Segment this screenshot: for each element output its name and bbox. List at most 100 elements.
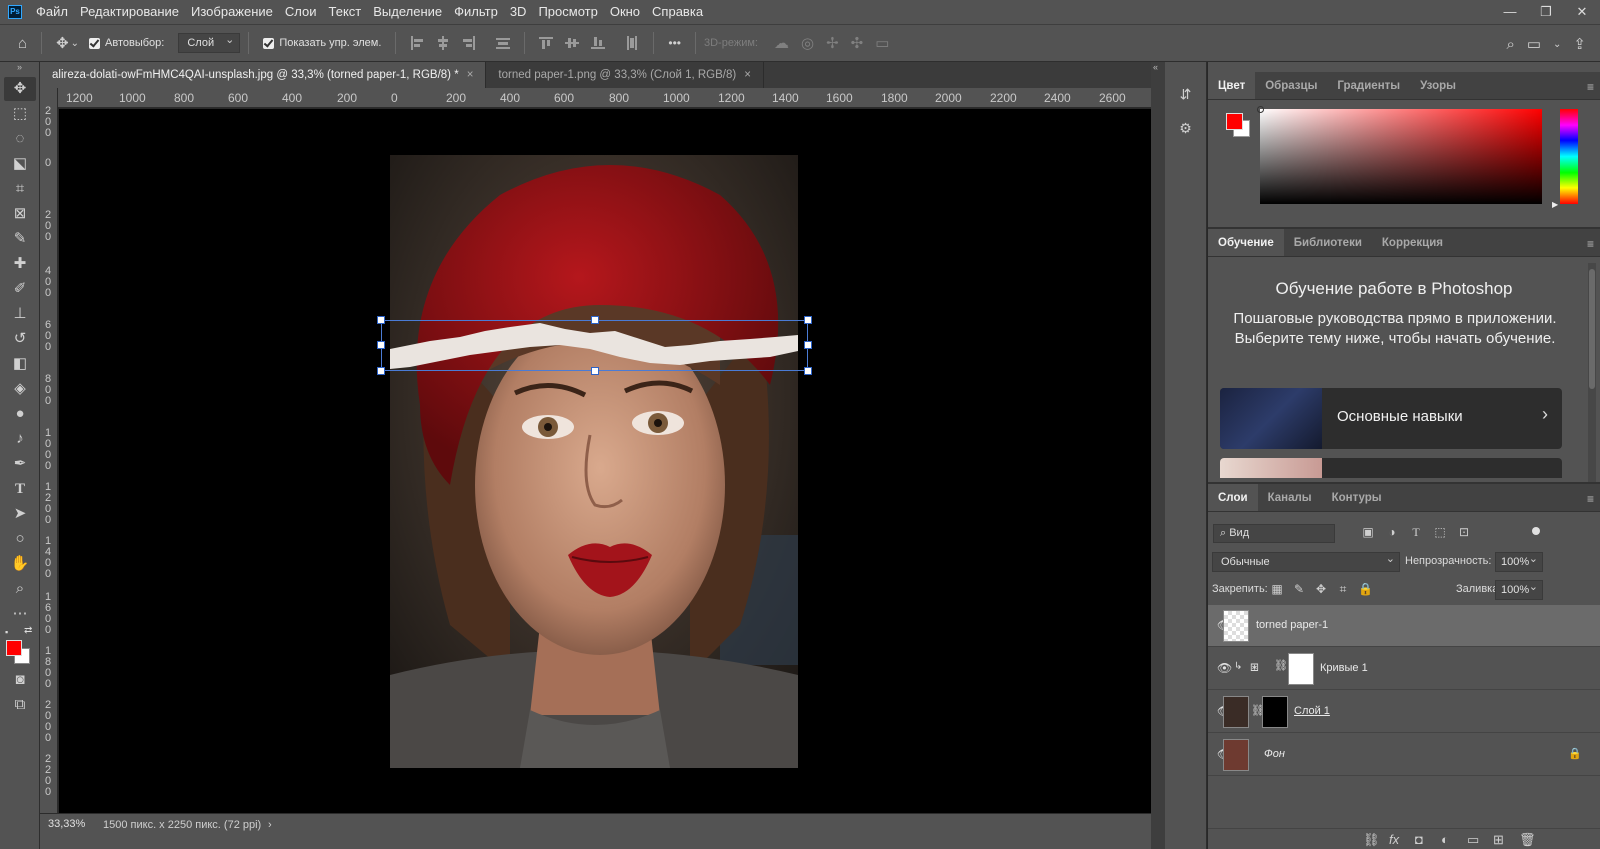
layer-filter-dropdown[interactable]: ⌕ Вид [1213, 524, 1335, 543]
tab-document-1[interactable]: alireza-dolati-owFmHMC4QAI-unsplash.jpg … [40, 62, 487, 88]
eye-icon[interactable]: 👁 [1217, 661, 1232, 675]
frame-tool-icon[interactable]: ⊠ [4, 202, 36, 226]
tab-swatches[interactable]: Образцы [1255, 72, 1327, 99]
tab-adjustments[interactable]: Коррекция [1372, 229, 1453, 256]
transform-handle-ne[interactable] [804, 316, 812, 324]
hue-slider-handle[interactable]: ▶ [1552, 200, 1558, 209]
dodge-tool-icon[interactable]: ♪ [4, 427, 36, 451]
tab-color[interactable]: Цвет [1208, 72, 1256, 99]
show-transform-checkbox[interactable]: Показать упр. элем. [263, 37, 381, 49]
more-tools-icon[interactable]: ⋯ [4, 602, 36, 626]
lock-artboard-icon[interactable]: ⌗ [1336, 582, 1350, 597]
screen-mode-icon[interactable]: ⧉ [4, 693, 36, 717]
properties-panel-icon[interactable]: ⚙ [1174, 120, 1198, 142]
menu-3d[interactable]: 3D [504, 0, 533, 24]
transform-handle-sw[interactable] [377, 367, 385, 375]
layer-row[interactable]: 👁 ↳ ⧆ ⛓ Кривые 1 [1208, 648, 1600, 690]
tab-layers[interactable]: Слои [1208, 484, 1258, 511]
tab-libraries[interactable]: Библиотеки [1284, 229, 1372, 256]
align-bottom-icon[interactable] [591, 36, 606, 50]
more-options-icon[interactable]: ••• [668, 36, 681, 50]
fill-input[interactable]: 100% [1495, 578, 1543, 600]
color-picker-handle[interactable] [1257, 106, 1264, 113]
ellipse-tool-icon[interactable]: ○ [4, 527, 36, 551]
tab-learn[interactable]: Обучение [1208, 229, 1284, 256]
blend-mode-dropdown[interactable]: Обычные [1212, 550, 1400, 572]
distribute-vertical-icon[interactable] [496, 36, 511, 50]
panel-menu-icon[interactable]: ≡ [1587, 80, 1594, 94]
path-select-icon[interactable]: ➤ [4, 502, 36, 526]
tab-channels[interactable]: Каналы [1258, 484, 1322, 511]
home-icon[interactable]: ⌂ [18, 35, 27, 52]
tab-patterns[interactable]: Узоры [1410, 72, 1466, 99]
learn-card-next[interactable] [1220, 458, 1562, 478]
collapse-icon[interactable]: « [1153, 62, 1158, 72]
menu-filter[interactable]: Фильтр [448, 0, 504, 24]
foreground-color-swatch[interactable] [1226, 113, 1243, 130]
3d-slide-icon[interactable]: ✣ [851, 34, 864, 52]
foreground-color-swatch[interactable] [6, 640, 22, 656]
menu-edit[interactable]: Редактирование [74, 0, 185, 24]
adjustment-icon[interactable]: ◐ [1441, 832, 1449, 847]
close-button[interactable]: ✕ [1564, 0, 1600, 24]
hand-tool-icon[interactable]: ✋ [4, 552, 36, 576]
lock-all-icon[interactable]: 🔒 [1358, 582, 1373, 596]
zoom-level[interactable]: 33,33% [48, 818, 85, 830]
crop-tool-icon[interactable]: ⌗ [4, 177, 36, 201]
3d-roll-icon[interactable]: ◎ [801, 34, 814, 52]
opacity-input[interactable]: 100% [1495, 550, 1543, 572]
workspace-icon[interactable]: ▭ [1527, 35, 1541, 53]
history-panel-icon[interactable]: ⇵ [1174, 86, 1198, 108]
stamp-tool-icon[interactable]: ⊥ [4, 302, 36, 326]
chevron-down-icon[interactable]: ⌄ [1553, 39, 1561, 50]
canvas-area[interactable] [59, 109, 1151, 813]
share-icon[interactable]: ⇪ [1573, 35, 1586, 53]
shape-filter-icon[interactable]: ⬚ [1432, 525, 1448, 541]
chevron-right-icon[interactable]: › [268, 819, 272, 831]
layer-row[interactable]: 👁 Фон 🔒 [1208, 734, 1600, 776]
menu-layers[interactable]: Слои [279, 0, 323, 24]
type-filter-icon[interactable]: T [1408, 525, 1424, 541]
close-icon[interactable]: × [467, 69, 474, 81]
menu-window[interactable]: Окно [604, 0, 646, 24]
trash-icon[interactable]: 🗑 [1519, 832, 1536, 848]
transform-handle-n[interactable] [591, 316, 599, 324]
pen-tool-icon[interactable]: ✒ [4, 452, 36, 476]
minimize-button[interactable]: — [1492, 0, 1528, 24]
move-tool-icon[interactable]: ✥ [4, 77, 36, 101]
hue-slider[interactable] [1560, 109, 1578, 204]
close-icon[interactable]: × [744, 69, 751, 81]
fx-icon[interactable]: fx [1389, 832, 1399, 847]
autoselect-dropdown[interactable]: Слой [178, 31, 241, 53]
swap-colors-icon[interactable]: ⇄ [24, 625, 32, 636]
eyedropper-tool-icon[interactable]: ✎ [4, 227, 36, 251]
lock-position-icon[interactable]: ✥ [1314, 582, 1328, 596]
menu-select[interactable]: Выделение [367, 0, 448, 24]
menu-type[interactable]: Текст [323, 0, 368, 24]
smart-object-filter-icon[interactable]: ⊡ [1456, 525, 1472, 541]
image-filter-icon[interactable]: ▣ [1360, 525, 1376, 541]
menu-file[interactable]: Файл [30, 0, 74, 24]
eraser-tool-icon[interactable]: ◧ [4, 352, 36, 376]
lock-transparency-icon[interactable]: ▦ [1270, 582, 1284, 596]
filter-toggle[interactable] [1532, 527, 1540, 535]
transform-handle-w[interactable] [377, 341, 385, 349]
transform-handle-s[interactable] [591, 367, 599, 375]
link-icon[interactable]: ⛓ [1363, 832, 1380, 848]
align-left-icon[interactable] [410, 36, 424, 50]
menu-help[interactable]: Справка [646, 0, 709, 24]
menu-view[interactable]: Просмотр [532, 0, 603, 24]
healing-tool-icon[interactable]: ✚ [4, 252, 36, 276]
group-icon[interactable]: ▭ [1467, 832, 1479, 848]
layer-name[interactable]: torned paper-1 [1256, 619, 1328, 631]
scrollbar-thumb[interactable] [1589, 269, 1595, 389]
mask-thumbnail[interactable] [1262, 696, 1288, 728]
collapse-icon[interactable]: » [0, 62, 39, 76]
align-right-icon[interactable] [462, 36, 476, 50]
align-middle-v-icon[interactable] [565, 36, 580, 50]
paint-bucket-icon[interactable]: ◈ [4, 377, 36, 401]
adjustment-filter-icon[interactable]: ◑ [1384, 525, 1400, 541]
autoselect-checkbox[interactable]: Автовыбор: [89, 37, 164, 49]
portrait-photo[interactable] [390, 155, 798, 768]
mask-thumbnail[interactable] [1288, 653, 1314, 685]
